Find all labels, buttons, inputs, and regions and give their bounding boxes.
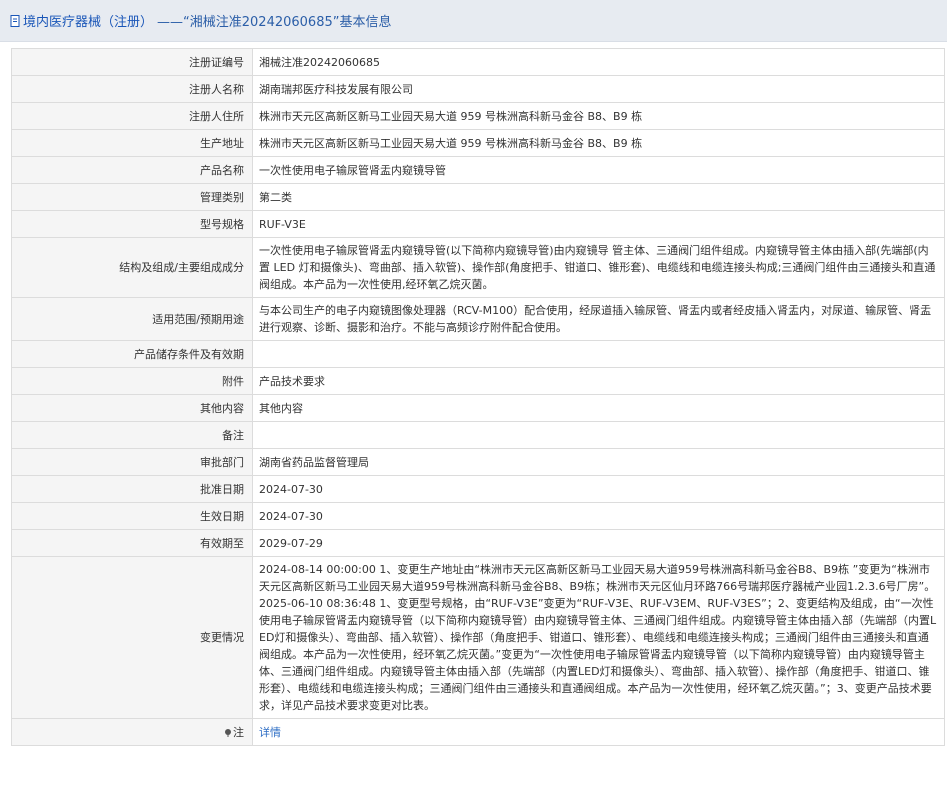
table-row: 其他内容 其他内容 bbox=[11, 394, 945, 422]
row-value: 湖南省药品监督管理局 bbox=[252, 448, 945, 476]
table-row: 注册证编号 湘械注准20242060685 bbox=[11, 48, 945, 76]
table-row: 附件 产品技术要求 bbox=[11, 367, 945, 395]
table-row: 生效日期 2024-07-30 bbox=[11, 502, 945, 530]
table-row: 管理类别 第二类 bbox=[11, 183, 945, 211]
row-label: 结构及组成/主要组成成分 bbox=[11, 237, 253, 298]
table-row: 产品名称 一次性使用电子输尿管肾盂内窥镜导管 bbox=[11, 156, 945, 184]
page-title: ——“湘械注准20242060685”基本信息 bbox=[157, 15, 392, 30]
row-value: 湖南瑞邦医疗科技发展有限公司 bbox=[252, 75, 945, 103]
row-label: 注册人住所 bbox=[11, 102, 253, 130]
row-label: 适用范围/预期用途 bbox=[11, 297, 253, 341]
page-header: 境内医疗器械（注册） ——“湘械注准20242060685”基本信息 bbox=[0, 0, 947, 42]
table-row-note: 注 详情 bbox=[11, 718, 945, 746]
table-row: 批准日期 2024-07-30 bbox=[11, 475, 945, 503]
row-value: 一次性使用电子输尿管肾盂内窥镜导管 bbox=[252, 156, 945, 184]
row-label: 备注 bbox=[11, 421, 253, 449]
row-label: 附件 bbox=[11, 367, 253, 395]
row-value: 第二类 bbox=[252, 183, 945, 211]
table-row: 有效期至 2029-07-29 bbox=[11, 529, 945, 557]
changes-text: 2024-08-14 00:00:00 1、变更生产地址由“株洲市天元区高新区新… bbox=[252, 556, 945, 719]
row-value: 2024-07-30 bbox=[252, 475, 945, 503]
row-label: 注册证编号 bbox=[11, 48, 253, 76]
row-value: 株洲市天元区高新区新马工业园天易大道 959 号株洲高科新马金谷 B8、B9 栋 bbox=[252, 102, 945, 130]
row-label: 生产地址 bbox=[11, 129, 253, 157]
row-label: 其他内容 bbox=[11, 394, 253, 422]
changes-label: 变更情况 bbox=[11, 556, 253, 719]
row-value: 湘械注准20242060685 bbox=[252, 48, 945, 76]
note-value: 详情 bbox=[252, 718, 945, 746]
row-value: RUF-V3E bbox=[252, 210, 945, 238]
row-label: 有效期至 bbox=[11, 529, 253, 557]
bullet-icon bbox=[225, 728, 231, 737]
table-row: 生产地址 株洲市天元区高新区新马工业园天易大道 959 号株洲高科新马金谷 B8、… bbox=[11, 129, 945, 157]
table-row-changes: 变更情况 2024-08-14 00:00:00 1、变更生产地址由“株洲市天元… bbox=[11, 556, 945, 719]
row-value bbox=[252, 421, 945, 449]
row-label: 批准日期 bbox=[11, 475, 253, 503]
row-label: 生效日期 bbox=[11, 502, 253, 530]
table-row: 产品储存条件及有效期 bbox=[11, 340, 945, 368]
table-row: 备注 bbox=[11, 421, 945, 449]
row-value: 株洲市天元区高新区新马工业园天易大道 959 号株洲高科新马金谷 B8、B9 栋 bbox=[252, 129, 945, 157]
note-label-cell: 注 bbox=[11, 718, 253, 746]
document-icon bbox=[10, 14, 20, 27]
row-label: 管理类别 bbox=[11, 183, 253, 211]
table-row: 结构及组成/主要组成成分 一次性使用电子输尿管肾盂内窥镜导管(以下简称内窥镜导管)… bbox=[11, 237, 945, 298]
table-row: 注册人名称 湖南瑞邦医疗科技发展有限公司 bbox=[11, 75, 945, 103]
breadcrumb-category[interactable]: 境内医疗器械（注册） bbox=[23, 11, 153, 30]
row-value: 一次性使用电子输尿管肾盂内窥镜导管(以下简称内窥镜导管)由内窥镜导 管主体、三通… bbox=[252, 237, 945, 298]
row-value: 2029-07-29 bbox=[252, 529, 945, 557]
row-label: 型号规格 bbox=[11, 210, 253, 238]
info-table: 注册证编号 湘械注准20242060685 注册人名称 湖南瑞邦医疗科技发展有限公司… bbox=[11, 48, 945, 746]
note-label: 注 bbox=[233, 725, 244, 739]
row-value: 产品技术要求 bbox=[252, 367, 945, 395]
table-row: 型号规格 RUF-V3E bbox=[11, 210, 945, 238]
details-link[interactable]: 详情 bbox=[259, 726, 281, 739]
row-label: 产品储存条件及有效期 bbox=[11, 340, 253, 368]
row-label: 审批部门 bbox=[11, 448, 253, 476]
row-value bbox=[252, 340, 945, 368]
row-label: 注册人名称 bbox=[11, 75, 253, 103]
table-row: 审批部门 湖南省药品监督管理局 bbox=[11, 448, 945, 476]
row-label: 产品名称 bbox=[11, 156, 253, 184]
row-value: 2024-07-30 bbox=[252, 502, 945, 530]
table-row: 注册人住所 株洲市天元区高新区新马工业园天易大道 959 号株洲高科新马金谷 B8… bbox=[11, 102, 945, 130]
row-value: 其他内容 bbox=[252, 394, 945, 422]
table-row: 适用范围/预期用途 与本公司生产的电子内窥镜图像处理器（RCV-M100）配合使用… bbox=[11, 297, 945, 341]
row-value: 与本公司生产的电子内窥镜图像处理器（RCV-M100）配合使用，经尿道插入输尿管… bbox=[252, 297, 945, 341]
